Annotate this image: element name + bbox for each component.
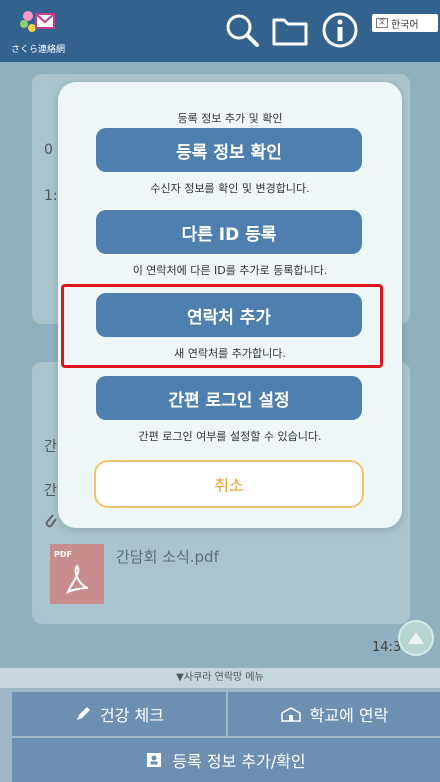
card-text-fragment: 간 [44,483,57,499]
attachment-name[interactable]: 간담회 소식.pdf [116,546,219,567]
card-text-fragment: 간 [44,439,57,455]
easy-login-desc: 간편 로그인 여부를 설정할 수 있습니다. [138,430,322,443]
pdf-icon[interactable]: PDF [50,544,104,604]
card-text-fragment: 1: [44,188,58,204]
register-other-id-desc: 이 연락처에 다른 ID를 추가로 등록합니다. [132,264,328,277]
menu-strip[interactable]: ▼사쿠라 연락망 메뉴 [0,668,440,688]
health-check-label: 건강 체크 [100,706,164,725]
contact-school-button[interactable]: 학교에 연락 [228,692,440,736]
contact-school-label: 학교에 연락 [309,706,389,725]
app-header: さくら連絡網 文 한국어 [0,0,440,62]
contact-card-icon [147,753,162,767]
info-icon[interactable] [320,10,360,50]
app-logo[interactable]: さくら連絡網 [8,6,68,58]
school-icon [280,707,301,722]
register-other-id-button[interactable]: 다른 ID 등록 [96,210,362,254]
folder-icon[interactable] [270,10,310,50]
pdf-badge: PDF [54,550,72,559]
arrow-up-icon [408,632,424,644]
scroll-top-button[interactable] [398,620,434,656]
message-time: 14:3 [372,640,402,655]
highlight-box [61,284,383,368]
pen-icon [77,707,91,720]
modal-title: 등록 정보 추가 및 확인 [177,112,283,125]
logo-icon [20,11,55,32]
language-selector[interactable]: 文 한국어 [372,14,438,32]
register-info-button[interactable]: 등록 정보 추가/확인 [12,738,440,782]
paperclip-icon [45,514,57,528]
check-registration-button[interactable]: 등록 정보 확인 [96,128,362,172]
language-label: 한국어 [391,19,419,31]
card-text-fragment: 0 [44,142,53,158]
health-check-button[interactable]: 건강 체크 [12,692,226,736]
search-icon[interactable] [222,10,262,50]
language-icon: 文 [376,18,388,28]
register-info-label: 등록 정보 추가/확인 [172,752,306,771]
cancel-button[interactable]: 취소 [94,460,364,508]
logo-text: さくら連絡網 [10,45,65,55]
check-registration-desc: 수신자 정보를 확인 및 변경합니다. [150,182,310,195]
easy-login-button[interactable]: 간편 로그인 설정 [96,376,362,420]
